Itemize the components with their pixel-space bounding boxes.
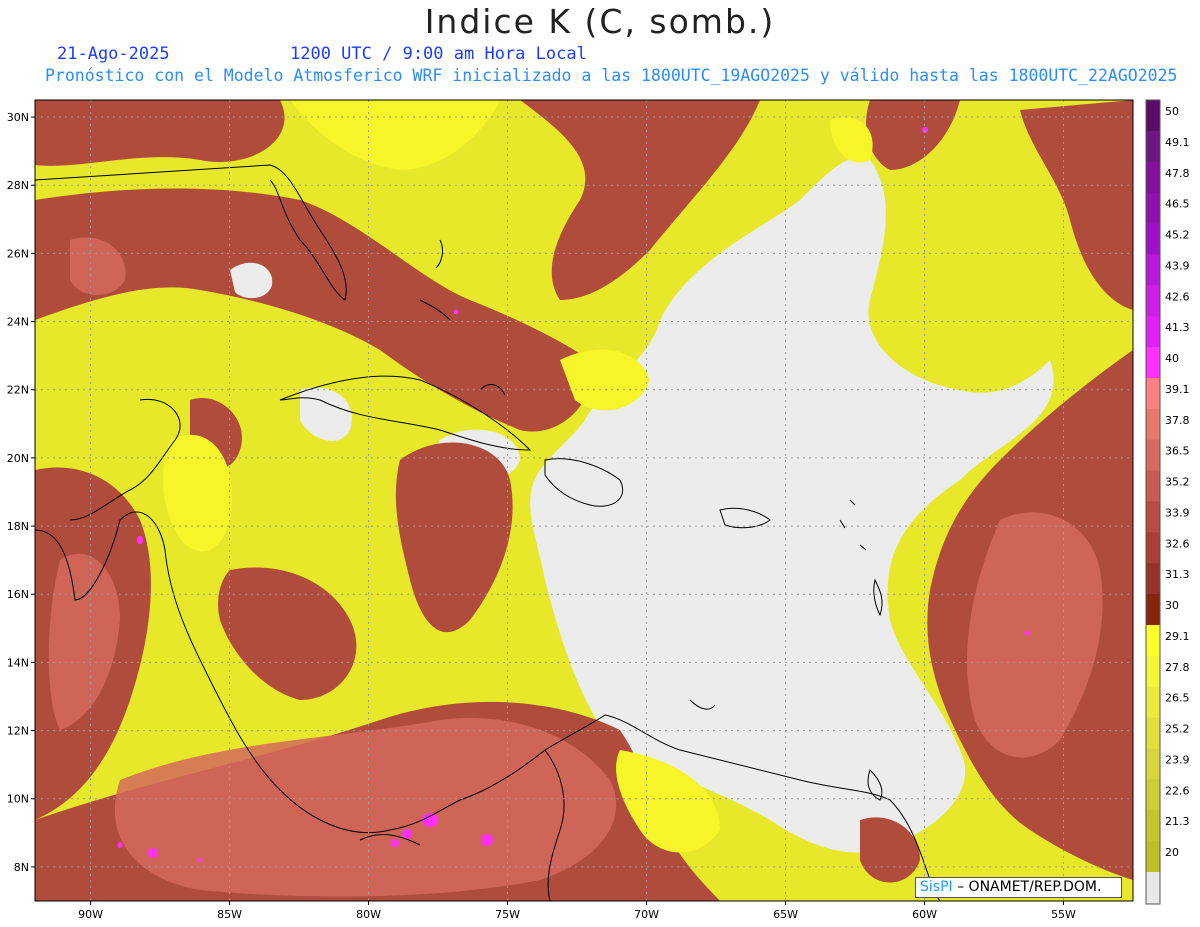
colorbar-swatch: [1146, 316, 1160, 348]
lat-label: 28N: [7, 179, 29, 192]
colorbar-swatch: [1146, 347, 1160, 379]
colorbar-swatch: [1146, 717, 1160, 749]
lon-label: 70W: [634, 908, 659, 921]
colorbar-label: 39.1: [1165, 383, 1190, 396]
lat-label: 10N: [7, 793, 29, 806]
colorbar-swatch: [1146, 439, 1160, 472]
colorbar-label: 45.2: [1165, 229, 1190, 242]
colorbar-swatch: [1146, 254, 1160, 286]
colorbar-swatch: [1146, 655, 1160, 688]
colorbar-label: 46.5: [1165, 198, 1190, 211]
colorbar-swatch: [1146, 130, 1160, 163]
colorbar-swatch: [1146, 841, 1160, 873]
lat-label: 22N: [7, 384, 29, 397]
colorbar: 50 49.1 47.8 46.5 45.2 43.9 42.6 41.3 40 39.1 37.8…: [1145, 99, 1190, 905]
colorbar-swatch: [1146, 377, 1160, 410]
colorbar-label: 25.2: [1165, 723, 1190, 736]
colorbar-swatch: [1146, 810, 1160, 842]
colorbar-swatch: [1146, 192, 1160, 225]
field-layer: [35, 100, 1133, 901]
colorbar-swatch-low: [1146, 872, 1160, 904]
lon-label: 90W: [78, 908, 103, 921]
lon-label: 80W: [356, 908, 381, 921]
k-index-map: 30N 28N 26N 24N 22N 20N 18N 16N 14N 12N 10N 8N 90W 85…: [7, 99, 1190, 921]
colorbar-swatch: [1146, 686, 1160, 719]
colorbar-swatch: [1146, 285, 1160, 317]
colorbar-swatch: [1146, 408, 1160, 441]
colorbar-label: 21.3: [1165, 815, 1190, 828]
colorbar-label: 26.5: [1165, 692, 1190, 705]
colorbar-swatch: [1146, 779, 1160, 811]
colorbar-label: 41.3: [1165, 321, 1190, 334]
lat-label: 12N: [7, 725, 29, 738]
lon-label: 65W: [773, 908, 798, 921]
colorbar-label: 43.9: [1165, 259, 1190, 272]
lat-label: 20N: [7, 452, 29, 465]
lon-label: 75W: [495, 908, 520, 921]
colorbar-label: 27.8: [1165, 661, 1190, 674]
colorbar-label: 33.9: [1165, 506, 1190, 519]
colorbar-swatch: [1146, 563, 1160, 595]
colorbar-label: 32.6: [1165, 537, 1190, 550]
colorbar-swatch: [1146, 100, 1160, 132]
lat-label: 24N: [7, 316, 29, 329]
lat-label: 14N: [7, 656, 29, 669]
colorbar-label: 40: [1165, 352, 1179, 365]
lon-label: 55W: [1051, 908, 1076, 921]
credit-text: – ONAMET/REP.DOM.: [952, 879, 1102, 895]
credit-box: SisPI – ONAMET/REP.DOM.: [915, 877, 1122, 898]
colorbar-label: 49.1: [1165, 136, 1190, 149]
colorbar-label: 22.6: [1165, 784, 1190, 797]
colorbar-label: 29.1: [1165, 630, 1190, 643]
colorbar-label: 35.2: [1165, 476, 1190, 489]
colorbar-label: 37.8: [1165, 414, 1190, 427]
colorbar-swatch: [1146, 470, 1160, 502]
grey-ring-gom: [230, 262, 273, 299]
lon-label: 60W: [912, 908, 937, 921]
lat-label: 16N: [7, 588, 29, 601]
colorbar-swatch: [1146, 532, 1160, 564]
lat-label: 26N: [7, 247, 29, 260]
colorbar-swatch: [1146, 161, 1160, 194]
colorbar-swatch: [1146, 223, 1160, 255]
colorbar-swatch: [1146, 624, 1160, 657]
colorbar-swatch: [1146, 748, 1160, 780]
lat-label: 30N: [7, 111, 29, 124]
lat-label: 8N: [14, 861, 29, 874]
colorbar-swatch: [1146, 501, 1160, 533]
colorbar-label: 50: [1165, 105, 1179, 118]
lon-label: 85W: [217, 908, 242, 921]
lat-label: 18N: [7, 520, 29, 533]
colorbar-label: 47.8: [1165, 167, 1190, 180]
colorbar-label: 31.3: [1165, 568, 1190, 581]
sispi-logo: SisPI: [920, 879, 953, 895]
colorbar-label: 20: [1165, 846, 1179, 859]
colorbar-label: 23.9: [1165, 753, 1190, 766]
colorbar-label: 30: [1165, 599, 1179, 612]
colorbar-label: 42.6: [1165, 290, 1190, 303]
colorbar-swatch: [1146, 594, 1160, 626]
colorbar-label: 36.5: [1165, 445, 1190, 458]
